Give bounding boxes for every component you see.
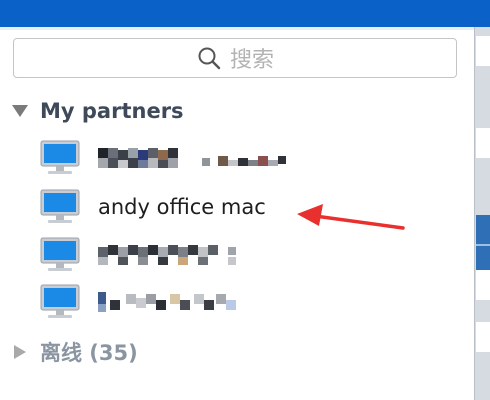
search-placeholder: 搜索 <box>229 48 274 73</box>
adjacent-panel-highlight <box>476 215 490 277</box>
partner-item[interactable] <box>40 138 288 178</box>
pixelated-partner-name <box>98 292 236 312</box>
partner-item[interactable] <box>40 235 248 275</box>
window-title-bar <box>0 0 490 27</box>
pixelated-partner-name <box>98 148 286 168</box>
group-header-offline[interactable]: 离线 (35) <box>12 338 138 366</box>
search-icon <box>198 47 221 70</box>
search-field[interactable]: 搜索 <box>13 38 457 78</box>
adjacent-panel-divider <box>476 244 490 246</box>
monitor-icon <box>40 237 80 271</box>
group-label: 离线 (35) <box>40 341 138 365</box>
group-label: My partners <box>40 99 184 123</box>
triangle-right-icon[interactable] <box>14 345 26 359</box>
monitor-icon <box>40 284 80 318</box>
partner-name: andy office mac <box>98 195 266 219</box>
partner-item[interactable]: andy office mac <box>40 187 266 227</box>
monitor-icon <box>40 140 80 174</box>
red-arrow <box>297 204 405 230</box>
triangle-down-icon[interactable] <box>12 105 28 117</box>
group-header-my-partners[interactable]: My partners <box>12 97 184 125</box>
adjacent-panel-tab <box>476 270 490 300</box>
monitor-icon <box>40 189 80 223</box>
title-bar-shadow <box>0 27 474 30</box>
partner-item[interactable] <box>40 282 248 322</box>
adjacent-panel-tab <box>476 322 490 352</box>
adjacent-panel-tab <box>476 128 490 158</box>
adjacent-panel-tab <box>476 36 490 66</box>
pixelated-partner-name <box>98 245 236 265</box>
